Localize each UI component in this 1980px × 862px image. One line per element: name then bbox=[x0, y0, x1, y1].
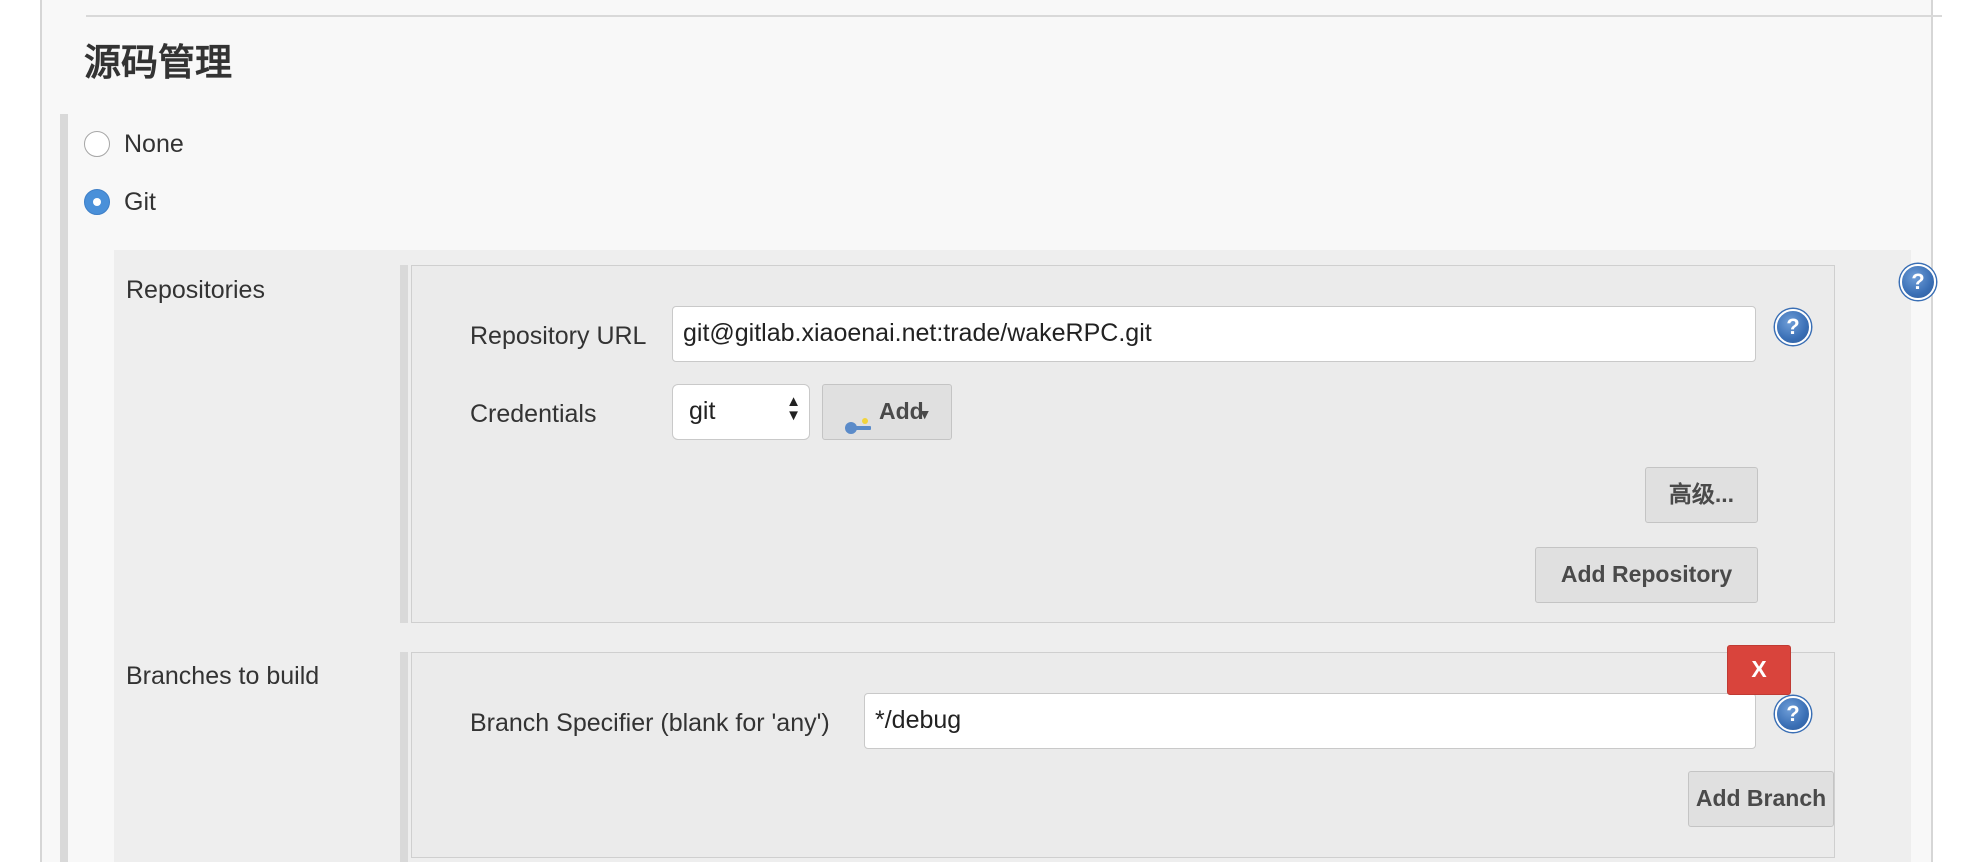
radio-git[interactable] bbox=[84, 189, 110, 215]
add-repository-button[interactable]: Add Repository bbox=[1535, 547, 1758, 603]
repositories-help-icon[interactable]: ? bbox=[1900, 264, 1936, 300]
add-credentials-button[interactable]: Add▼ bbox=[822, 384, 952, 440]
section-divider bbox=[86, 15, 1942, 17]
repositories-block-bar bbox=[400, 265, 408, 623]
branch-specifier-help-icon[interactable]: ? bbox=[1775, 696, 1811, 732]
repository-url-input[interactable]: git@gitlab.xiaoenai.net:trade/wakeRPC.gi… bbox=[672, 306, 1756, 362]
git-config-section: Repositories ? Repository URL git@gitlab… bbox=[114, 230, 1936, 862]
section-title: 源码管理 bbox=[84, 41, 232, 84]
add-credentials-label: Add bbox=[879, 398, 924, 424]
add-branch-button[interactable]: Add Branch bbox=[1688, 771, 1834, 827]
repository-url-label: Repository URL bbox=[470, 322, 647, 350]
jenkins-config-page: 源码管理 None Git Repositories ? Repository … bbox=[0, 0, 1980, 862]
branches-label: Branches to build bbox=[126, 662, 320, 690]
scm-option-git[interactable]: Git bbox=[84, 186, 156, 218]
branch-block: Branch Specifier (blank for 'any') */deb… bbox=[411, 652, 1835, 858]
section-left-bar bbox=[60, 114, 68, 862]
scm-option-none[interactable]: None bbox=[84, 128, 184, 160]
credentials-label: Credentials bbox=[470, 400, 597, 428]
radio-none[interactable] bbox=[84, 131, 110, 157]
repository-url-help-icon[interactable]: ? bbox=[1775, 309, 1811, 345]
branches-block-bar bbox=[400, 652, 408, 862]
branch-specifier-input[interactable]: */debug bbox=[864, 693, 1756, 749]
advanced-button[interactable]: 高级... bbox=[1645, 467, 1758, 523]
dropdown-caret-icon: ▼ bbox=[917, 406, 932, 422]
credentials-select[interactable]: git ▲ ▼ bbox=[672, 384, 810, 440]
repositories-label: Repositories bbox=[126, 276, 265, 304]
credentials-select-value: git bbox=[689, 397, 716, 425]
config-panel: 源码管理 None Git Repositories ? Repository … bbox=[40, 0, 1942, 862]
branch-specifier-label: Branch Specifier (blank for 'any') bbox=[470, 709, 830, 737]
radio-none-label: None bbox=[124, 129, 184, 158]
key-icon bbox=[843, 403, 873, 434]
radio-git-label: Git bbox=[124, 187, 156, 216]
delete-branch-button[interactable]: X bbox=[1727, 645, 1791, 695]
select-updown-icon: ▲ ▼ bbox=[786, 393, 801, 424]
repository-block: Repository URL git@gitlab.xiaoenai.net:t… bbox=[411, 265, 1835, 623]
